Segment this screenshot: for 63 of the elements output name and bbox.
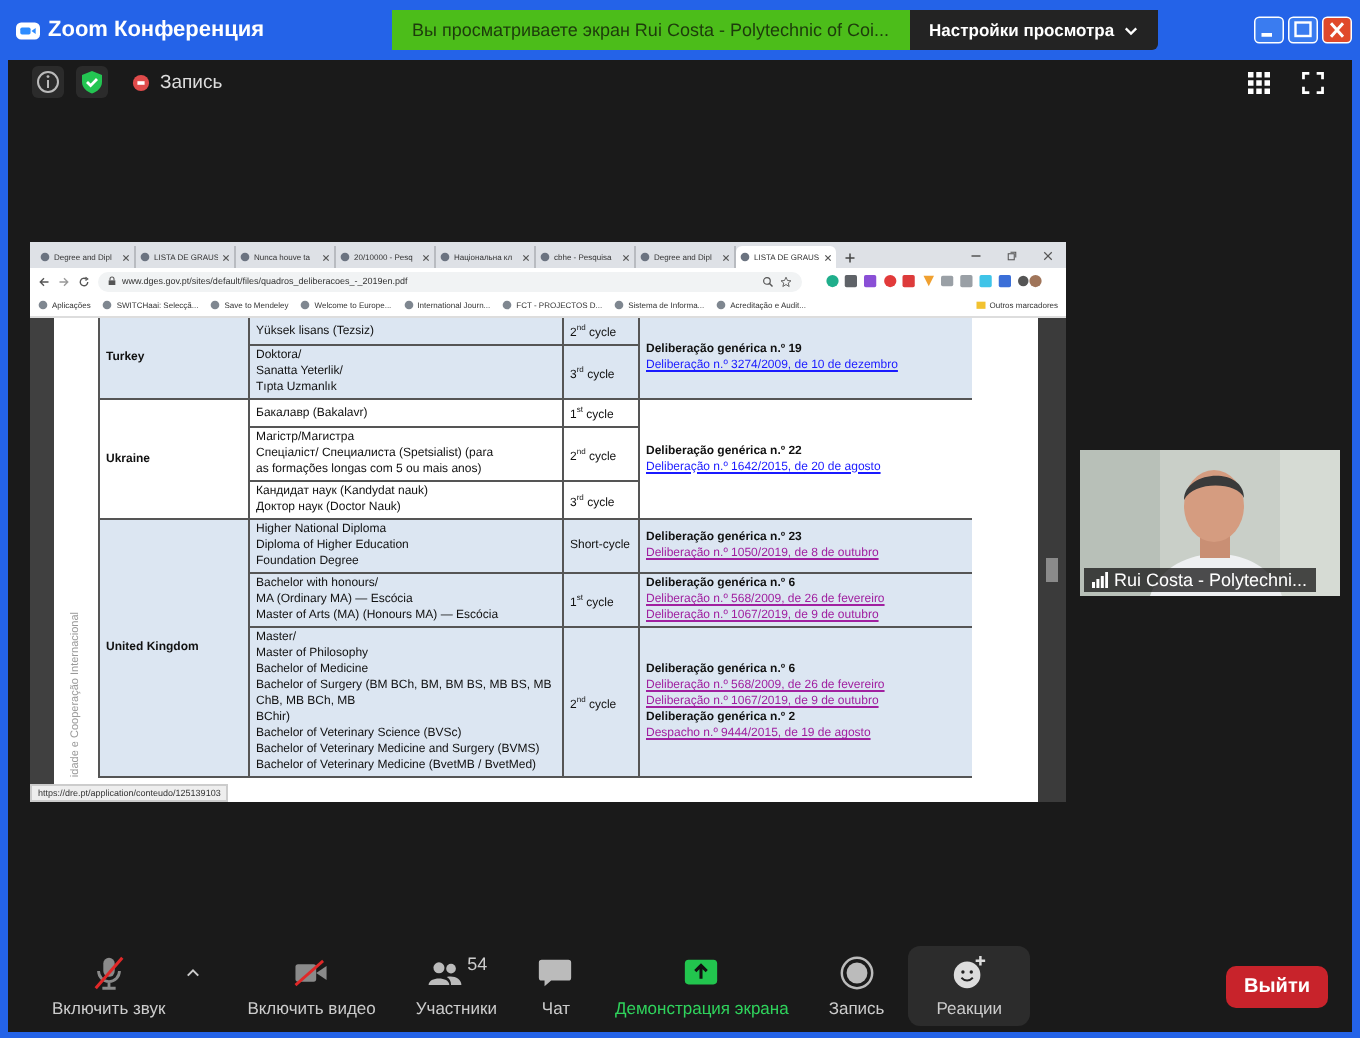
leave-button[interactable]: Выйти xyxy=(1226,965,1328,1007)
favicon-icon xyxy=(240,252,250,262)
favicon-icon xyxy=(40,252,50,262)
close-icon[interactable] xyxy=(422,253,430,261)
minimize-icon[interactable] xyxy=(1254,16,1284,44)
favicon-icon xyxy=(140,252,150,262)
close-icon[interactable] xyxy=(722,253,730,261)
share-button[interactable]: Демонстрация экрана xyxy=(598,946,805,1026)
close-icon[interactable] xyxy=(322,253,330,261)
caret-icon xyxy=(1124,25,1139,35)
camera-icon xyxy=(16,21,40,39)
forward-icon[interactable] xyxy=(58,275,70,287)
record-icon xyxy=(132,73,150,91)
view-options-button[interactable]: Настройки просмотра xyxy=(909,10,1159,50)
globe-icon xyxy=(403,300,414,310)
window-title: Zoom Конференция xyxy=(48,18,265,42)
close-icon[interactable] xyxy=(222,253,230,261)
globe-icon xyxy=(38,300,48,310)
restore-icon[interactable] xyxy=(1006,250,1018,262)
favicon-icon xyxy=(740,252,750,262)
participant-count: 54 xyxy=(467,954,488,974)
info-icon[interactable] xyxy=(32,66,64,98)
fullscreen-icon[interactable] xyxy=(1302,71,1324,93)
favicon-icon xyxy=(540,252,550,262)
globe-icon xyxy=(716,300,727,310)
chat-button[interactable]: Чат xyxy=(520,946,591,1026)
back-icon[interactable] xyxy=(38,275,50,287)
globe-icon xyxy=(210,300,221,310)
record-icon xyxy=(837,954,876,992)
grid-view-icon[interactable] xyxy=(1248,71,1270,93)
lock-icon xyxy=(108,276,116,286)
favicon-icon xyxy=(640,252,650,262)
reload-icon[interactable] xyxy=(78,275,90,287)
minimize-icon[interactable] xyxy=(970,250,982,262)
globe-icon xyxy=(502,300,513,310)
new-tab-icon[interactable] xyxy=(844,252,856,264)
close-icon[interactable] xyxy=(824,253,832,261)
signal-icon xyxy=(1092,571,1108,587)
close-icon[interactable] xyxy=(1042,250,1054,262)
close-icon[interactable] xyxy=(622,253,630,261)
scrollbar[interactable] xyxy=(1038,318,1066,802)
participants-button[interactable]: 54 Участники xyxy=(399,946,513,1026)
recording-label: Запись xyxy=(160,71,223,93)
reactions-button[interactable]: Реакции xyxy=(908,946,1031,1026)
globe-icon xyxy=(614,300,625,310)
search-icon[interactable] xyxy=(762,275,774,287)
shield-icon[interactable] xyxy=(76,66,108,98)
video-button[interactable]: Включить видео xyxy=(231,946,392,1026)
close-icon[interactable] xyxy=(522,253,530,261)
favicon-icon xyxy=(340,252,350,262)
globe-icon xyxy=(300,300,311,310)
maximize-icon[interactable] xyxy=(1288,16,1318,44)
participant-name: Rui Costa - Polytechni... xyxy=(1114,569,1308,589)
caret-icon[interactable] xyxy=(185,967,200,977)
share-banner: Вы просматриваете экран Rui Costa - Polytechnic of Coi... xyxy=(392,10,909,50)
smiley-plus-icon xyxy=(950,954,989,992)
favicon-icon xyxy=(440,252,450,262)
record-button[interactable]: Запись xyxy=(812,946,901,1026)
star-icon[interactable] xyxy=(780,275,792,287)
globe-icon xyxy=(102,300,113,310)
mic-button[interactable]: Включить звук xyxy=(36,946,182,1026)
close-icon[interactable] xyxy=(122,253,130,261)
folder-icon xyxy=(975,300,986,310)
